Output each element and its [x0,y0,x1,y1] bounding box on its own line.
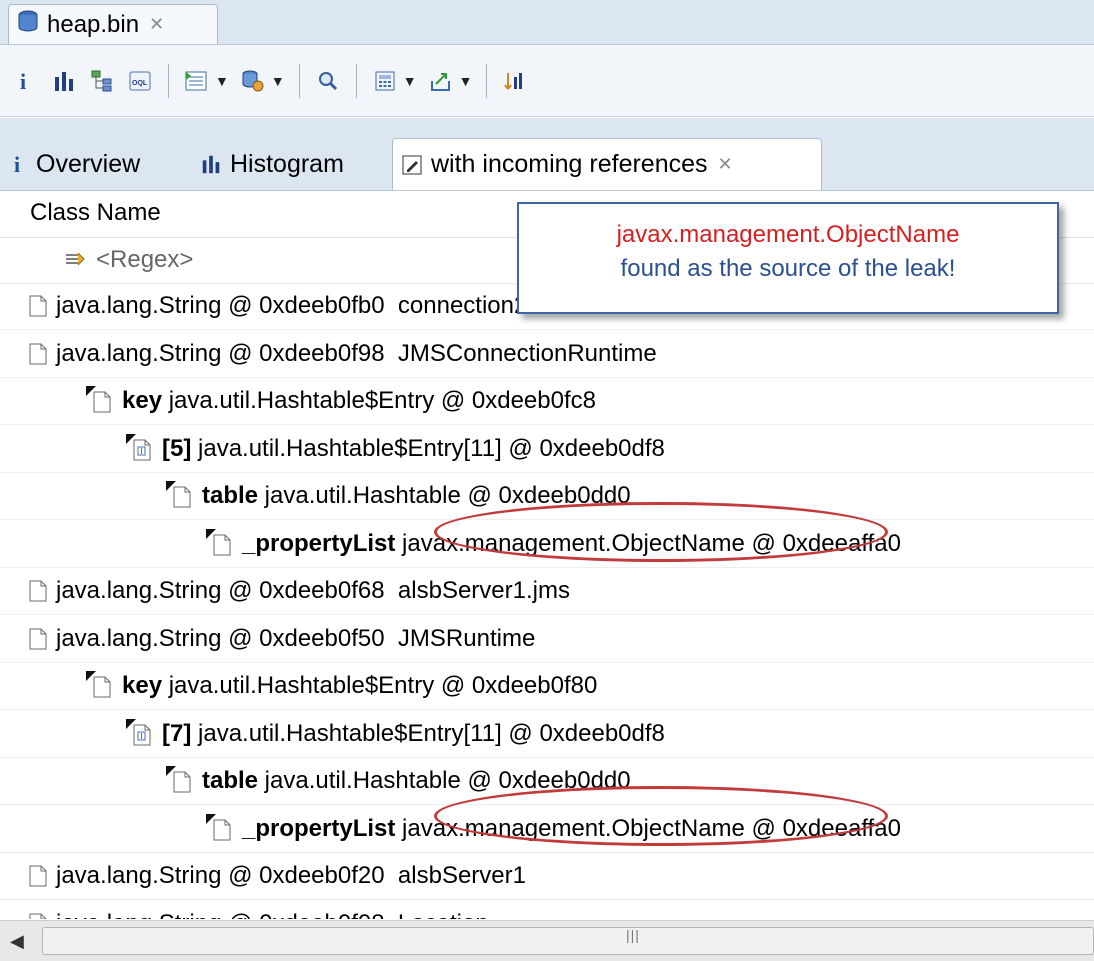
object-label: java.util.Hashtable$Entry[11] @ 0xdeeb0d… [191,434,665,462]
export-icon[interactable] [427,67,455,95]
object-label: java.util.Hashtable$Entry @ 0xdeeb0f80 [162,672,598,699]
reference-icon [166,766,194,796]
export-dropdown-icon[interactable]: ▼ [459,73,473,89]
array-reference-icon [126,433,154,464]
database-icon [17,10,39,39]
tab-overview-label: Overview [36,149,141,178]
object-label: java.lang.String @ 0xdeeb0f20 alsbServer… [56,862,526,889]
field-name: table [202,767,259,794]
object-icon [28,627,48,651]
tree-row[interactable]: java.lang.String @ 0xdeeb0f98 JMSConnect… [0,331,1094,378]
tree-row[interactable]: java.lang.String @ 0xdeeb0f08 Location [0,901,1094,920]
toolbar-separator [298,63,300,98]
tree-row[interactable]: key java.util.Hashtable$Entry @ 0xdeeb0f… [0,663,1094,710]
svg-text:OQL: OQL [132,80,148,87]
tree-row[interactable]: java.lang.String @ 0xdeeb0f50 JMSRuntime [0,616,1094,663]
field-name: _propertyList [242,529,396,557]
field-name: [7] [162,719,192,747]
tab-overview[interactable]: i Overview [4,138,148,190]
field-name: [5] [162,434,192,462]
close-icon[interactable]: ✕ [718,154,733,175]
search-icon[interactable] [314,67,342,95]
field-name: _propertyList [242,814,396,842]
dominator-tree-icon[interactable] [88,67,116,95]
callout-line-2: found as the source of the leak! [620,255,956,282]
close-icon[interactable]: ✕ [149,14,164,35]
object-label: java.util.Hashtable$Entry @ 0xdeeb0fc8 [162,387,596,414]
field-name: key [122,672,163,699]
highlight-oval [434,502,888,562]
object-label: java.lang.String @ 0xdeeb0f50 JMSRuntime [56,624,536,652]
object-label: java.lang.String @ 0xdeeb0f98 JMSConnect… [56,339,657,367]
regex-filter-label: <Regex> [96,246,194,273]
horizontal-scrollbar[interactable]: ◀ ||| [0,920,1094,961]
tab-incoming-references[interactable]: with incoming references ✕ [392,138,822,190]
object-icon [28,864,48,888]
oql-icon[interactable]: OQL [126,67,154,95]
tree-row[interactable]: [7] java.util.Hashtable$Entry[11] @ 0xde… [0,711,1094,758]
toolbar-separator [168,63,169,98]
edit-document-icon [401,154,423,176]
field-name: table [202,482,259,509]
tree-row[interactable]: java.lang.String @ 0xdeeb0f68 alsbServer… [0,568,1094,615]
tree-row[interactable]: [5] java.util.Hashtable$Entry[11] @ 0xde… [0,426,1094,473]
annotation-callout: javax.management.ObjectName found as the… [517,202,1059,314]
object-icon [28,579,48,603]
object-icon [28,342,48,366]
group-by-icon[interactable] [501,67,529,95]
calculator-dropdown-icon[interactable]: ▼ [403,73,417,89]
object-label: java.lang.String @ 0xdeeb0fb0 connection… [56,292,595,319]
calculator-icon[interactable] [371,67,399,95]
tree-row[interactable]: key java.util.Hashtable$Entry @ 0xdeeb0f… [0,378,1094,425]
query-browser-icon[interactable] [239,67,267,95]
result-tab-bar: i Overview Histogram with incoming refer… [0,118,1094,191]
highlight-oval [434,786,888,846]
info-icon: i [12,152,28,176]
svg-text:i: i [14,152,20,176]
histogram-icon [200,153,222,175]
tab-histogram-label: Histogram [230,149,344,178]
object-icon [28,912,48,919]
reports-icon[interactable] [183,67,211,95]
info-icon[interactable]: i [12,67,40,95]
svg-text:i: i [20,69,26,93]
object-icon [28,294,48,318]
toolbar-separator [355,63,357,98]
reports-dropdown-icon[interactable]: ▼ [215,73,229,89]
toolbar-separator [486,63,488,98]
reference-icon [206,813,234,844]
array-reference-icon [126,718,154,749]
object-label: java.lang.String @ 0xdeeb0f68 alsbServer… [56,577,570,604]
scroll-left-icon[interactable]: ◀ [10,931,24,952]
query-browser-dropdown-icon[interactable]: ▼ [271,73,285,89]
reference-icon [206,528,234,559]
scrollbar-grip-icon: ||| [626,927,640,943]
editor-tab-label: heap.bin [47,10,140,38]
column-header-label: Class Name [30,199,161,226]
callout-line-1: javax.management.ObjectName [616,221,960,248]
toolbar: i OQL ▼ ▼ ▼ ▼ [0,45,1094,117]
editor-tab-heap-bin[interactable]: heap.bin ✕ [8,4,218,44]
reference-icon [166,481,194,511]
tree-row[interactable]: java.lang.String @ 0xdeeb0f20 alsbServer… [0,853,1094,900]
object-label: java.lang.String @ 0xdeeb0f08 Location [56,910,489,920]
scrollbar-thumb[interactable] [42,927,1094,955]
regex-filter-icon [64,249,88,271]
object-label: java.util.Hashtable$Entry[11] @ 0xdeeb0d… [191,719,665,747]
reference-icon [86,386,114,416]
histogram-icon[interactable] [50,67,78,95]
tab-histogram[interactable]: Histogram [192,138,352,190]
reference-icon [86,671,114,701]
tab-incoming-references-label: with incoming references [431,150,708,178]
field-name: key [122,387,163,414]
editor-tab-bar: heap.bin ✕ [0,0,1094,45]
